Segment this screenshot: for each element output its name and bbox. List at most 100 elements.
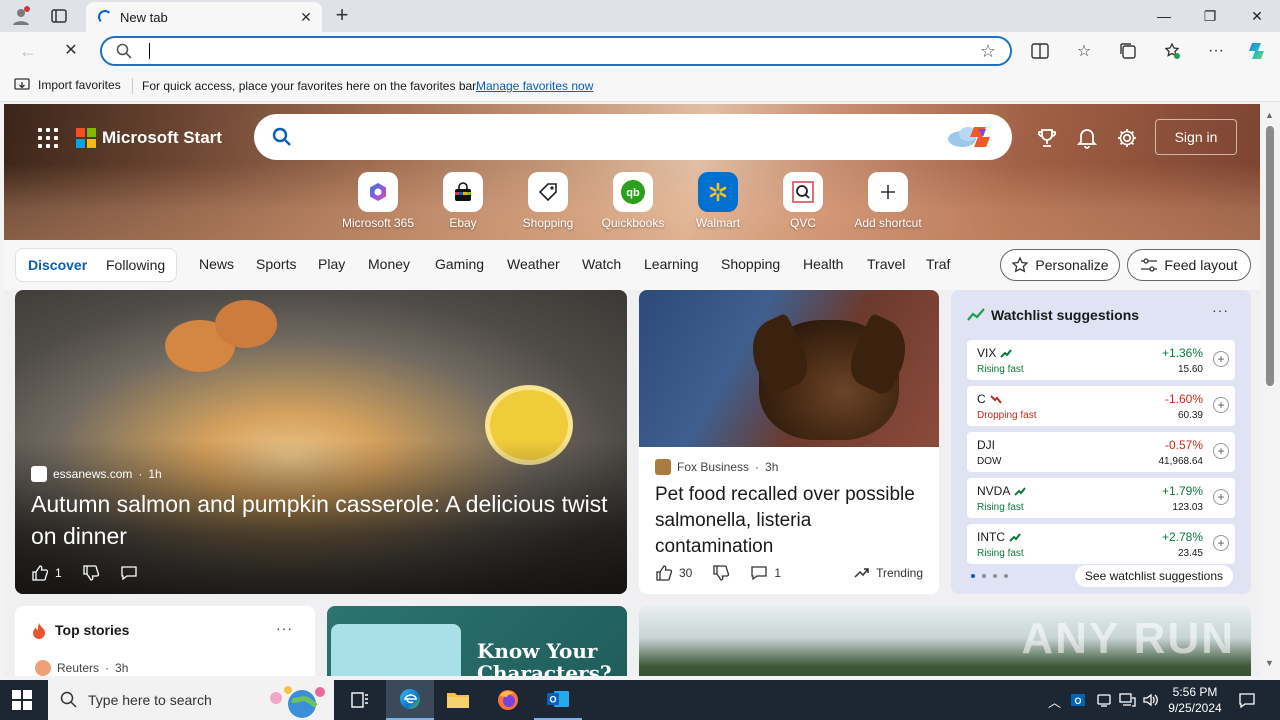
nav-shopping[interactable]: Shopping	[721, 256, 780, 272]
see-watchlist-button[interactable]: See watchlist suggestions	[1074, 565, 1233, 587]
thumbs-up-icon[interactable]	[655, 564, 673, 582]
windows-start-icon[interactable]	[12, 690, 32, 710]
carousel-dots[interactable]	[971, 574, 1008, 578]
nav-play[interactable]: Play	[318, 256, 345, 272]
main-story-card[interactable]: essanews.com · 1h Autumn salmon and pump…	[15, 290, 627, 594]
copilot-weather-icon[interactable]	[944, 123, 1004, 151]
collections-icon[interactable]	[1115, 39, 1141, 63]
new-tab-button[interactable]: +	[330, 4, 354, 28]
stock-row-dji[interactable]: DJI DOW -0.57% 41,968.64 +	[967, 432, 1235, 472]
stock-row-vix[interactable]: VIX Rising fast +1.36% 15.60 +	[967, 340, 1235, 380]
back-button[interactable]: ←	[14, 37, 42, 65]
more-options-icon[interactable]: ···	[1212, 302, 1229, 318]
shortcut-qvc[interactable]: QVC	[759, 172, 847, 230]
add-to-watchlist-icon[interactable]: +	[1213, 443, 1229, 459]
split-screen-icon[interactable]	[1027, 39, 1053, 63]
restore-button[interactable]: ❐	[1187, 0, 1233, 32]
nav-learning[interactable]: Learning	[644, 256, 699, 272]
stop-loading-button[interactable]: ✕	[57, 37, 85, 65]
flame-icon	[33, 623, 45, 639]
notification-center-icon[interactable]	[1238, 692, 1256, 711]
add-shortcut-button[interactable]: Add shortcut	[844, 172, 932, 230]
shortcut-microsoft365[interactable]: Microsoft 365	[334, 172, 422, 230]
shortcut-shopping[interactable]: Shopping	[504, 172, 592, 230]
task-view-icon[interactable]	[336, 680, 384, 720]
tray-overflow-chevron-icon[interactable]: ︿	[1048, 692, 1061, 711]
nav-gaming[interactable]: Gaming	[435, 256, 484, 272]
shortcut-walmart[interactable]: Walmart	[674, 172, 762, 230]
tab-actions-icon[interactable]	[46, 4, 72, 28]
tab-following[interactable]: Following	[106, 257, 165, 273]
story-age: 3h	[765, 460, 779, 474]
tray-outlook-icon[interactable]: O	[1070, 692, 1086, 711]
manage-favorites-link[interactable]: Manage favorites now	[476, 79, 593, 93]
scroll-up-arrow-icon[interactable]: ▲	[1265, 110, 1274, 120]
feed-layout-button[interactable]: Feed layout	[1127, 249, 1251, 281]
firefox-icon[interactable]	[484, 680, 532, 720]
nav-news[interactable]: News	[199, 256, 234, 272]
sign-in-button[interactable]: Sign in	[1155, 119, 1237, 155]
story-headline[interactable]: Pet food recalled over possible salmonel…	[655, 482, 925, 560]
meet-now-icon[interactable]	[1096, 692, 1112, 711]
nav-traffic[interactable]: Traf	[926, 256, 950, 272]
thumbs-up-icon[interactable]	[31, 564, 49, 582]
add-to-watchlist-icon[interactable]: +	[1213, 489, 1229, 505]
brand-title[interactable]: Microsoft Start	[102, 128, 222, 148]
page-scrollbar[interactable]: ▲ ▼	[1262, 104, 1280, 676]
edge-taskbar-icon[interactable]	[386, 680, 434, 720]
nav-watch[interactable]: Watch	[582, 256, 621, 272]
minimize-button[interactable]: —	[1141, 0, 1187, 32]
forest-story-card[interactable]: ANY RUN	[639, 606, 1251, 676]
notifications-bell-icon[interactable]	[1075, 126, 1099, 150]
app-launcher-icon[interactable]	[38, 128, 58, 148]
comment-icon[interactable]	[750, 564, 768, 582]
nav-health[interactable]: Health	[803, 256, 843, 272]
microsoft365-icon	[370, 183, 386, 201]
taskbar-search-box[interactable]: Type here to search	[48, 680, 334, 720]
close-window-button[interactable]: ✕	[1234, 0, 1280, 32]
shortcut-quickbooks[interactable]: qb Quickbooks	[589, 172, 677, 230]
add-to-watchlist-icon[interactable]: +	[1213, 535, 1229, 551]
tab-close-icon[interactable]: ✕	[296, 7, 316, 27]
add-to-watchlist-icon[interactable]: +	[1213, 351, 1229, 367]
nav-travel[interactable]: Travel	[867, 256, 905, 272]
web-search-box[interactable]	[254, 114, 1012, 160]
trend-up-icon	[1009, 532, 1021, 542]
outlook-icon[interactable]: O	[534, 680, 582, 720]
address-bar[interactable]: ☆	[100, 36, 1012, 66]
browser-toolbar: ← ✕ ☆ ☆ ···	[0, 32, 1280, 70]
comment-icon[interactable]	[120, 564, 138, 582]
import-favorites-button[interactable]: Import favorites	[14, 78, 121, 92]
favorites-icon[interactable]: ☆	[1071, 39, 1097, 63]
more-options-icon[interactable]: ···	[276, 620, 293, 636]
shortcut-ebay[interactable]: Ebay	[419, 172, 507, 230]
copilot-icon[interactable]	[1244, 39, 1270, 63]
file-explorer-icon[interactable]	[434, 680, 482, 720]
secondary-story-card[interactable]: Fox Business · 3h Pet food recalled over…	[639, 290, 939, 594]
settings-more-icon[interactable]: ···	[1203, 39, 1229, 63]
stock-row-intc[interactable]: INTC Rising fast +2.78% 23.45 +	[967, 524, 1235, 564]
settings-gear-icon[interactable]	[1115, 126, 1139, 150]
network-icon[interactable]	[1118, 692, 1136, 711]
favorite-star-icon[interactable]: ☆	[980, 41, 996, 62]
nav-weather[interactable]: Weather	[507, 256, 560, 272]
profile-icon[interactable]	[8, 4, 34, 28]
promo-card[interactable]: Know Your Characters?	[327, 606, 627, 676]
personalize-button[interactable]: Personalize	[1000, 249, 1120, 281]
thumbs-down-icon[interactable]	[712, 564, 730, 582]
rewards-trophy-icon[interactable]	[1035, 126, 1059, 150]
system-clock[interactable]: 5:56 PM 9/25/2024	[1160, 684, 1230, 716]
stock-row-c[interactable]: C Dropping fast -1.60% 60.39 +	[967, 386, 1235, 426]
tab-new-tab[interactable]: New tab ✕	[86, 2, 322, 32]
thumbs-down-icon[interactable]	[82, 564, 100, 582]
scrollbar-thumb[interactable]	[1266, 126, 1274, 386]
scroll-down-arrow-icon[interactable]: ▼	[1265, 658, 1274, 668]
add-to-watchlist-icon[interactable]: +	[1213, 397, 1229, 413]
browser-essentials-icon[interactable]	[1159, 39, 1185, 63]
nav-sports[interactable]: Sports	[256, 256, 296, 272]
volume-icon[interactable]	[1142, 692, 1160, 711]
tab-discover[interactable]: Discover	[28, 257, 87, 273]
stock-row-nvda[interactable]: NVDA Rising fast +1.79% 123.03 +	[967, 478, 1235, 518]
nav-money[interactable]: Money	[368, 256, 410, 272]
story-headline[interactable]: Autumn salmon and pumpkin casserole: A d…	[31, 488, 611, 552]
